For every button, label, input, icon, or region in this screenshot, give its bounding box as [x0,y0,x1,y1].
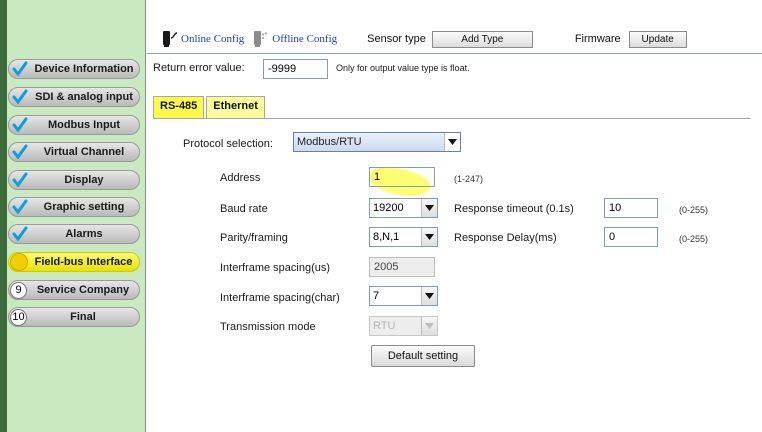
check-icon [11,116,29,134]
sidebar-item-final[interactable]: 10 Final [8,307,140,327]
address-input[interactable] [369,167,435,187]
default-setting-button[interactable]: Default setting [371,345,475,367]
sidebar-item-label: Virtual Channel [43,146,125,158]
tab-bar: RS-485 Ethernet [153,96,267,118]
protocol-select-value: Modbus/RTU [297,136,362,148]
interframe-char-select[interactable]: 7 [369,286,438,306]
offline-config-link[interactable]: Offline Config [272,33,337,45]
sidebar-item-alarms[interactable]: Alarms [8,224,140,244]
toolbar: Online Config Offline Config Sensor type… [147,25,762,53]
sidebar-item-sdi-analog-input[interactable]: SDI & analog input [8,87,140,107]
interframe-us-label: Interframe spacing(us) [220,262,331,274]
step-number-badge: 10 [10,308,27,326]
transmission-mode-label: Transmission mode [220,321,316,333]
baud-rate-label: Baud rate [220,203,268,215]
sidebar-item-modbus-input[interactable]: Modbus Input [8,115,140,135]
protocol-selection-label: Protocol selection: [183,138,273,150]
interframe-char-label: Interframe spacing(char) [220,292,340,304]
chevron-down-icon[interactable] [444,133,460,151]
current-step-icon [10,253,28,271]
tab-rs485[interactable]: RS-485 [153,96,205,118]
add-type-button[interactable]: Add Type [431,30,533,48]
sidebar-item-service-company[interactable]: 9 Service Company [8,280,140,300]
return-error-input[interactable] [263,59,328,79]
address-label: Address [220,172,261,184]
tab-ethernet[interactable]: Ethernet [206,96,265,118]
check-icon [11,60,29,78]
transmission-mode-select: RTU [369,316,438,336]
offline-config-icon[interactable] [252,30,270,48]
return-error-note: Only for output value type is float. [336,63,470,73]
sidebar-item-field-bus-interface[interactable]: Field-bus Interface [8,252,140,272]
check-icon [11,88,29,106]
sidebar-item-label: Service Company [36,284,130,296]
sidebar-item-label: Alarms [65,228,103,240]
protocol-select[interactable]: Modbus/RTU [293,132,461,152]
sidebar-item-label: Device Information [34,63,134,75]
interframe-us-input [369,257,435,277]
parity-value: 8,N,1 [373,231,400,243]
parity-select[interactable]: 8,N,1 [369,227,438,247]
response-delay-label: Response Delay(ms) [454,232,557,244]
sidebar-edge [0,0,7,432]
response-delay-range: (0-255) [679,234,709,244]
chevron-down-icon[interactable] [421,287,437,305]
check-icon [11,171,29,189]
baud-rate-select[interactable]: 19200 [369,198,438,218]
sidebar-item-label: SDI & analog input [35,91,133,103]
check-icon [11,198,29,216]
sidebar-item-label: Final [70,311,96,323]
address-range: (1-247) [454,174,484,184]
return-error-label: Return error value: [153,62,245,74]
response-timeout-label: Response timeout (0.1s) [454,203,574,215]
response-timeout-input[interactable] [604,198,658,218]
chevron-down-icon[interactable] [421,228,437,246]
sidebar-item-display[interactable]: Display [8,170,140,190]
response-delay-input[interactable] [604,227,658,247]
parity-label: Parity/framing [220,232,288,244]
sidebar-item-label: Display [64,174,104,186]
interframe-char-value: 7 [373,290,380,302]
chevron-down-icon[interactable] [421,199,437,217]
sidebar-item-label: Field-bus Interface [34,256,133,268]
sidebar-item-virtual-channel[interactable]: Virtual Channel [8,142,140,162]
online-config-icon[interactable] [161,30,179,48]
sidebar-item-graphic-setting[interactable]: Graphic setting [8,197,140,217]
check-icon [11,143,29,161]
online-config-link[interactable]: Online Config [181,33,244,45]
baud-rate-value: 19200 [373,202,404,214]
transmission-mode-value: RTU [373,320,396,332]
tab-divider [153,118,751,119]
sidebar-item-label: Modbus Input [47,119,121,131]
sensor-type-label: Sensor type [367,33,426,45]
sidebar-item-device-information[interactable]: Device Information [8,59,140,79]
firmware-label: Firmware [574,33,621,45]
main-area: Online Config Offline Config Sensor type… [147,0,762,432]
response-timeout-range: (0-255) [679,205,709,215]
step-number-badge: 9 [10,281,27,299]
wizard-sidebar: Device Information SDI & analog input Mo… [0,0,146,432]
chevron-down-icon [421,317,437,335]
update-button[interactable]: Update [628,30,687,48]
check-icon [11,225,29,243]
sidebar-item-label: Graphic setting [43,201,125,213]
